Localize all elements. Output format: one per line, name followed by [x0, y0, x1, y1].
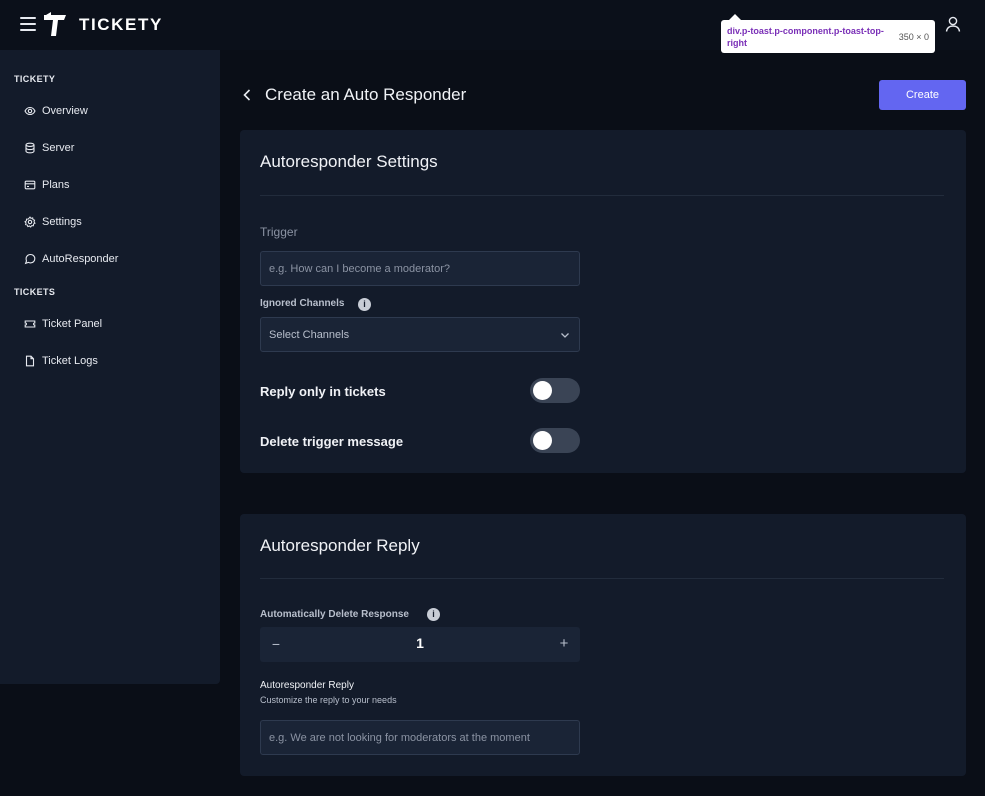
reply-input[interactable]	[260, 720, 580, 755]
divider	[260, 578, 944, 579]
sidebar-item-autoresponder[interactable]: AutoResponder	[24, 249, 118, 269]
chat-icon	[24, 253, 36, 265]
sidebar-item-label: Ticket Logs	[42, 355, 98, 367]
sidebar-item-label: Ticket Panel	[42, 318, 103, 330]
eye-icon	[24, 106, 36, 116]
decrement-button[interactable]: −	[266, 633, 286, 655]
chevron-down-icon	[561, 333, 569, 338]
back-chevron-icon[interactable]	[240, 86, 254, 104]
devtools-tooltip: div.p-toast.p-component.p-toast-top-righ…	[721, 14, 935, 53]
sidebar-item-label: Overview	[42, 105, 88, 117]
reply-label: Autoresponder Reply	[260, 680, 354, 691]
gear-icon	[24, 216, 36, 228]
auto-delete-label: Automatically Delete Response	[260, 609, 409, 620]
reply-help-text: Customize the reply to your needs	[260, 695, 397, 705]
card-title: Autoresponder Reply	[260, 536, 420, 555]
sidebar: TICKETY Overview Server Plans Settings A…	[0, 50, 220, 684]
sidebar-item-server[interactable]: Server	[24, 138, 74, 158]
sidebar-item-label: Plans	[42, 179, 70, 191]
ticket-icon	[24, 320, 36, 328]
tooltip-selector: div.p-toast.p-component.p-toast-top-righ…	[727, 26, 884, 48]
reply-only-in-tickets-toggle[interactable]	[530, 378, 580, 403]
ignored-channels-label: Ignored Channels	[260, 298, 345, 309]
card-icon	[24, 180, 36, 190]
database-icon	[25, 142, 35, 154]
user-icon[interactable]	[944, 15, 962, 33]
sidebar-item-label: Server	[42, 142, 75, 154]
reply-only-in-tickets-label: Reply only in tickets	[260, 384, 386, 399]
sidebar-item-ticket-logs[interactable]: Ticket Logs	[24, 351, 98, 371]
stepper-value[interactable]: 1	[390, 635, 450, 651]
tickety-logo-icon	[44, 12, 66, 36]
increment-button[interactable]: +	[554, 633, 574, 655]
sidebar-item-overview[interactable]: Overview	[24, 101, 88, 121]
ignored-channels-select[interactable]: Select Channels	[260, 317, 580, 352]
sidebar-section-tickety: TICKETY	[14, 74, 56, 84]
page-title: Create an Auto Responder	[265, 85, 467, 104]
select-value: Select Channels	[269, 329, 350, 341]
hamburger-menu-icon[interactable]	[20, 17, 36, 31]
delete-trigger-message-toggle[interactable]	[530, 428, 580, 453]
sidebar-item-label: Settings	[42, 216, 82, 228]
toggle-knob	[533, 381, 552, 400]
sidebar-item-plans[interactable]: Plans	[24, 175, 70, 195]
delete-trigger-message-label: Delete trigger message	[260, 434, 404, 449]
auto-delete-stepper: − 1 +	[260, 627, 580, 662]
sidebar-item-settings[interactable]: Settings	[24, 212, 82, 232]
toggle-knob	[533, 431, 552, 450]
autoresponder-settings-card: Autoresponder Settings Trigger Ignored C…	[240, 130, 966, 473]
tooltip-dimensions: 350 × 0	[898, 32, 929, 42]
autoresponder-reply-card: Autoresponder Reply Automatically Delete…	[240, 514, 966, 776]
sidebar-item-ticket-panel[interactable]: Ticket Panel	[24, 314, 102, 334]
sidebar-section-tickets: TICKETS	[14, 287, 56, 297]
file-icon	[25, 355, 35, 367]
info-icon[interactable]: i	[358, 298, 371, 311]
card-title: Autoresponder Settings	[260, 152, 438, 171]
divider	[260, 195, 944, 196]
tooltip-arrow	[729, 14, 741, 20]
info-icon[interactable]: i	[427, 608, 440, 621]
create-button[interactable]: Create	[879, 80, 966, 110]
brand-name: TICKETY	[79, 15, 163, 34]
trigger-input[interactable]	[260, 251, 580, 286]
trigger-label: Trigger	[260, 225, 298, 239]
sidebar-item-label: AutoResponder	[42, 253, 119, 265]
